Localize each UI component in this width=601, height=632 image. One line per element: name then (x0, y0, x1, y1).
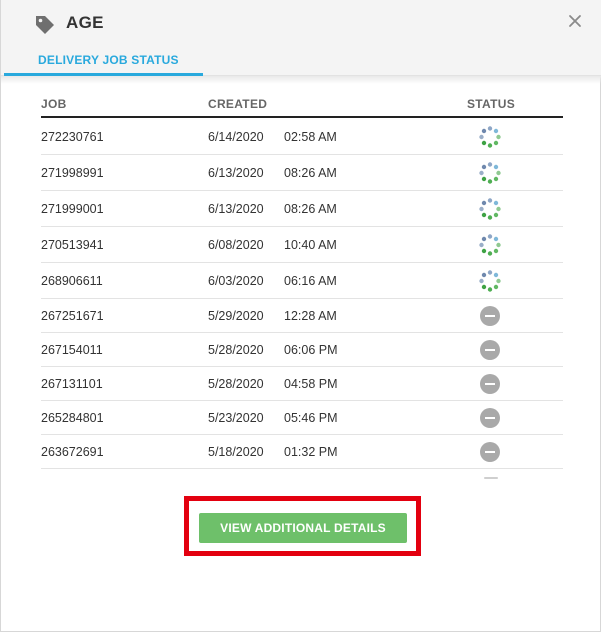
minus-circle-icon (480, 441, 500, 462)
column-header-job[interactable]: JOB (41, 97, 67, 111)
created-time: 10:40 AM (284, 237, 337, 252)
minus-circle-icon (480, 305, 500, 326)
job-id: 272230761 (41, 129, 104, 144)
table-row[interactable]: 271999001 6/13/2020 08:26 AM (41, 191, 563, 227)
job-id: 267251671 (41, 308, 104, 323)
table-row[interactable]: 263672691 5/18/2020 01:32 PM (41, 435, 563, 469)
minus-circle-icon (480, 407, 500, 428)
table-row[interactable]: 272230761 6/14/2020 02:58 AM (41, 119, 563, 155)
created-date: 6/13/2020 (208, 165, 264, 180)
in-progress-spinner-icon (478, 161, 502, 185)
created-date: 6/08/2020 (208, 237, 264, 252)
tab-label: DELIVERY JOB STATUS (38, 53, 179, 67)
created-time: 06:16 AM (284, 273, 337, 288)
minus-circle-icon (480, 373, 500, 394)
job-id: 270513941 (41, 237, 104, 252)
created-date: 5/28/2020 (208, 376, 264, 391)
job-id: 271998991 (41, 165, 104, 180)
view-additional-details-button[interactable]: VIEW ADDITIONAL DETAILS (199, 513, 407, 543)
blocked-status-icon (478, 304, 502, 328)
created-date: 6/03/2020 (208, 273, 264, 288)
job-id: 267131101 (41, 376, 103, 391)
job-id: 267154011 (41, 342, 103, 357)
created-time: 12:28 AM (284, 308, 337, 323)
tab-delivery-job-status[interactable]: DELIVERY JOB STATUS (4, 47, 203, 76)
created-time: 08:26 AM (284, 201, 337, 216)
job-id: 271999001 (41, 201, 104, 216)
column-header-created[interactable]: CREATED (208, 97, 267, 111)
created-time: 01:32 PM (284, 444, 338, 459)
blocked-status-icon (478, 372, 502, 396)
table-row[interactable]: 267154011 5/28/2020 06:06 PM (41, 333, 563, 367)
blocked-status-icon (478, 406, 502, 430)
created-time: 08:26 AM (284, 165, 337, 180)
table-row[interactable]: 267131101 5/28/2020 04:58 PM (41, 367, 563, 401)
job-status-table[interactable]: JOB CREATED STATUS 272230761 6/14/2020 02:… (41, 88, 563, 478)
table-body: 272230761 6/14/2020 02:58 AM 271998991 6/13/… (41, 119, 563, 469)
in-progress-spinner-icon (478, 125, 502, 149)
created-date: 5/29/2020 (208, 308, 264, 323)
created-date: 5/28/2020 (208, 342, 264, 357)
created-date: 6/13/2020 (208, 201, 264, 216)
table-row[interactable]: 270513941 6/08/2020 10:40 AM (41, 227, 563, 263)
minus-circle-icon (480, 339, 500, 360)
tag-icon (36, 16, 54, 34)
created-time: 02:58 AM (284, 129, 337, 144)
in-progress-spinner-icon (478, 197, 502, 221)
in-progress-spinner-icon (478, 233, 502, 257)
column-header-status[interactable]: STATUS (467, 97, 515, 111)
job-id: 263672691 (41, 444, 104, 459)
blocked-status-icon (478, 440, 502, 464)
created-time: 06:06 PM (284, 342, 338, 357)
table-header: JOB CREATED STATUS (41, 88, 563, 118)
created-date: 5/18/2020 (208, 444, 264, 459)
table-row[interactable]: 267251671 5/29/2020 12:28 AM (41, 299, 563, 333)
table-row[interactable]: 265284801 5/23/2020 05:46 PM (41, 401, 563, 435)
blocked-status-icon (478, 338, 502, 362)
header-shadow (1, 76, 601, 84)
created-time: 04:58 PM (284, 376, 338, 391)
in-progress-spinner-icon (478, 269, 502, 293)
table-row[interactable]: 271998991 6/13/2020 08:26 AM (41, 155, 563, 191)
created-date: 5/23/2020 (208, 410, 264, 425)
dialog-title: AGE (66, 13, 104, 32)
dialog-header: AGE DELIVERY JOB STATUS (1, 0, 601, 76)
job-id: 268906611 (41, 273, 103, 288)
table-row[interactable]: 268906611 6/03/2020 06:16 AM (41, 263, 563, 299)
scroll-indicator (484, 477, 498, 479)
close-icon[interactable] (566, 12, 584, 30)
created-time: 05:46 PM (284, 410, 338, 425)
job-id: 265284801 (41, 410, 104, 425)
dialog: AGE DELIVERY JOB STATUS JOB CREATED STAT… (0, 0, 601, 632)
created-date: 6/14/2020 (208, 129, 264, 144)
